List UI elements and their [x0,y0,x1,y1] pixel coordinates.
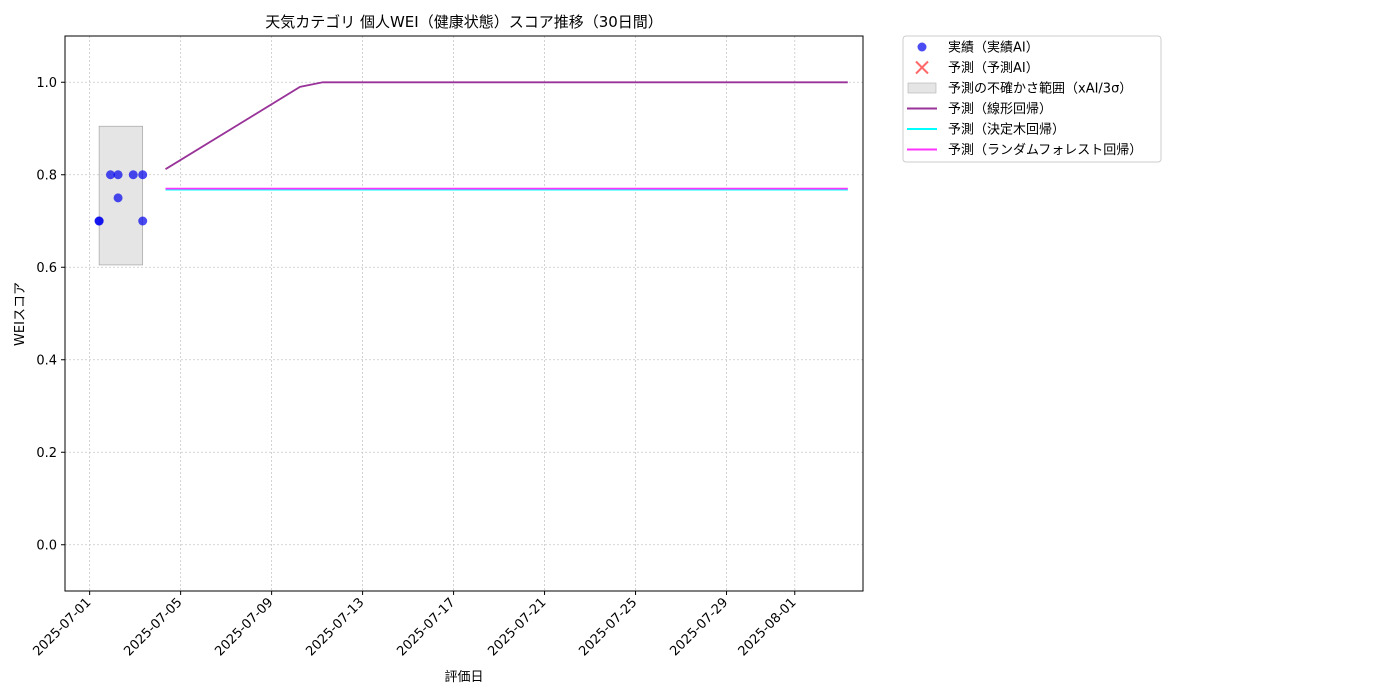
x-tick-label: 2025-07-13 [303,595,367,659]
actual-point [113,193,123,203]
x-tick-label: 2025-07-05 [121,595,185,659]
y-tick-label: 0.2 [36,446,57,461]
legend-label: 予測（決定木回帰） [948,122,1065,138]
x-axis-label: 評価日 [444,670,483,685]
legend-marker [907,82,937,94]
legend-label: 実績（実績AI） [948,40,1039,56]
y-axis: 0.0 0.2 0.4 0.6 0.8 1.0 [36,76,65,553]
legend: 実績（実績AI） 予測（予測AI） 予測の不確かさ範囲（xAI/3σ） 予測（線形回帰… [902,35,1162,163]
actual-point [128,170,138,180]
legend-marker [917,42,927,52]
y-tick-label: 0.0 [36,538,57,553]
legend-label: 予測（ランダムフォレスト回帰） [948,142,1142,158]
y-tick-label: 0.8 [36,168,57,183]
x-tick-label: 2025-07-29 [667,595,731,659]
series-lines [165,81,848,191]
legend-label: 予測（予測AI） [948,61,1039,76]
actual-point [138,170,148,180]
chart-title: 天気カテゴリ 個人WEI（健康状態）スコア推移（30日間） [265,13,663,31]
chart: 天気カテゴリ 個人WEI（健康状態）スコア推移（30日間） 0.00.20.40… [13,13,1162,685]
actual-point [94,216,104,226]
x-tick-label: 2025-08-01 [736,595,800,659]
legend-label: 予測（線形回帰） [948,101,1052,117]
y-axis-label: WEIスコア [13,282,28,346]
actual-point [138,216,148,226]
x-tick-label: 2025-07-01 [30,595,94,659]
x-tick-label: 2025-07-21 [485,595,549,659]
legend-label: 予測の不確かさ範囲（xAI/3σ） [948,81,1132,97]
x-axis: 2025-07-01 2025-07-05 2025-07-09 2025-07-13… [30,591,800,659]
x-tick-label: 2025-07-25 [576,595,640,659]
x-tick-label: 2025-07-09 [212,595,276,659]
y-tick-label: 0.6 [36,261,57,276]
plot-frame [64,35,864,592]
grid [65,36,863,591]
y-tick-label: 0.4 [36,353,57,368]
y-tick-label: 1.0 [36,76,57,91]
actual-point [113,170,123,180]
x-tick-label: 2025-07-17 [394,595,458,659]
series-line [165,81,848,170]
